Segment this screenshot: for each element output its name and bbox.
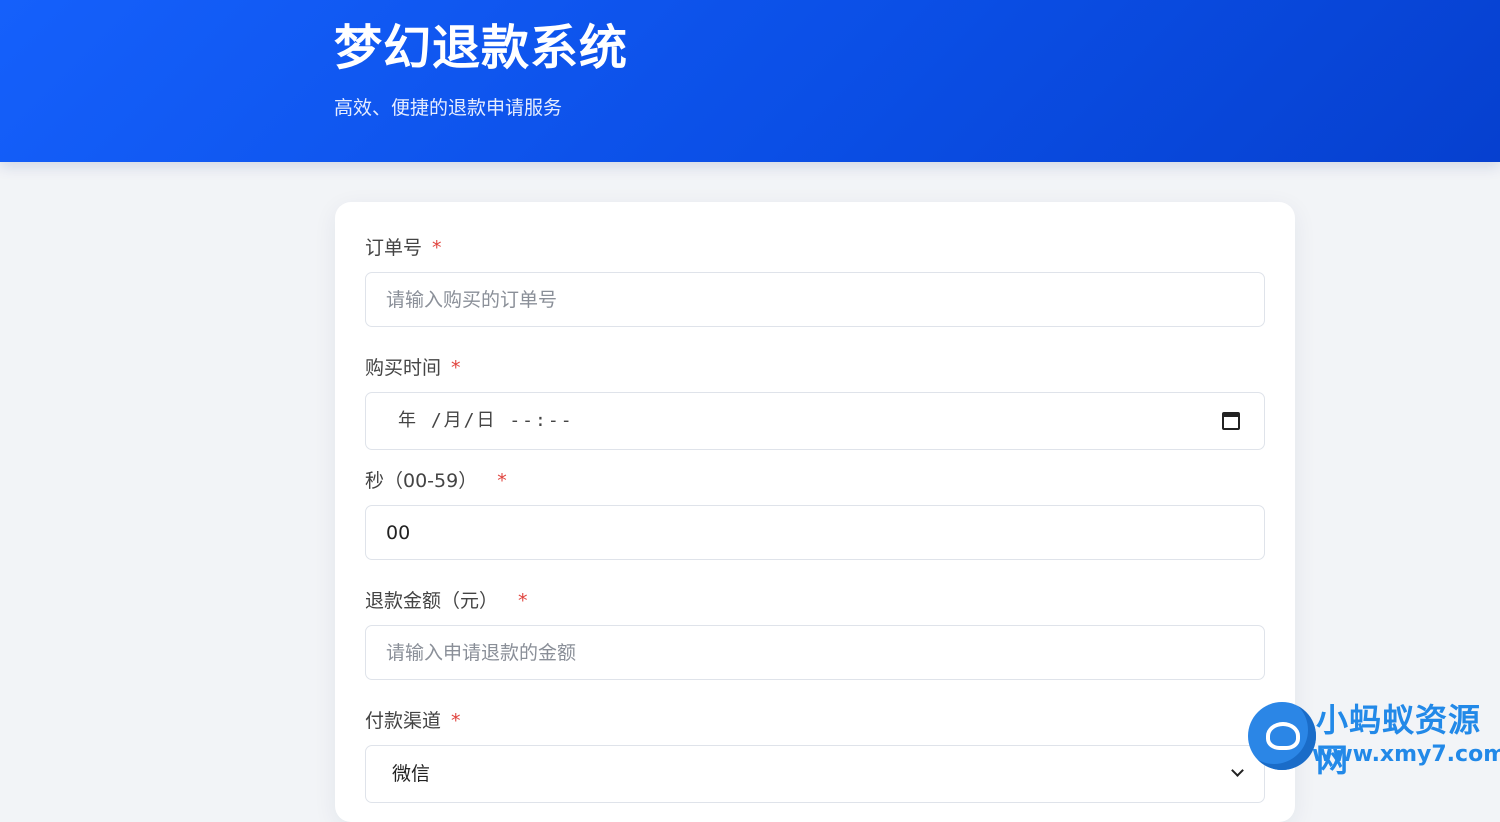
refund-amount-label: 退款金额（元） * xyxy=(365,589,528,613)
seconds-value: 00 xyxy=(386,521,411,544)
refund-form-card: 订单号 * 请输入购买的订单号 购买时间 * 年 /月/日 --:-- 秒（00-5… xyxy=(335,202,1295,822)
watermark: 小蚂蚁资源网 www.xmy7.com xyxy=(1246,698,1500,786)
page-subtitle: 高效、便捷的退款申请服务 xyxy=(334,97,563,119)
required-mark: * xyxy=(451,357,461,379)
refund-amount-input[interactable]: 请输入申请退款的金额 xyxy=(365,625,1265,680)
seconds-label: 秒（00-59） * xyxy=(365,469,507,493)
seconds-label-text: 秒（00-59） xyxy=(365,470,478,492)
payment-channel-label: 付款渠道 * xyxy=(365,709,461,733)
required-mark: * xyxy=(518,590,528,612)
header-banner: 梦幻退款系统 高效、便捷的退款申请服务 xyxy=(0,0,1500,162)
required-mark: * xyxy=(432,237,442,259)
order-number-label-text: 订单号 xyxy=(365,237,423,259)
seconds-input[interactable]: 00 xyxy=(365,505,1265,560)
order-number-label: 订单号 * xyxy=(365,236,442,260)
payment-channel-value: 微信 xyxy=(392,763,431,785)
watermark-name: 小蚂蚁资源网 xyxy=(1316,701,1482,779)
chevron-down-icon xyxy=(1231,764,1244,777)
watermark-url: www.xmy7.com xyxy=(1312,742,1500,767)
required-mark: * xyxy=(497,470,507,492)
order-number-placeholder: 请输入购买的订单号 xyxy=(386,288,558,311)
purchase-time-label: 购买时间 * xyxy=(365,356,461,380)
refund-amount-placeholder: 请输入申请退款的金额 xyxy=(386,641,577,664)
page-title: 梦幻退款系统 xyxy=(334,20,629,76)
purchase-time-label-text: 购买时间 xyxy=(365,357,442,379)
payment-channel-label-text: 付款渠道 xyxy=(365,710,442,732)
required-mark: * xyxy=(451,710,461,732)
ant-logo-icon xyxy=(1248,702,1316,770)
calendar-icon[interactable] xyxy=(1222,412,1240,430)
order-number-input[interactable]: 请输入购买的订单号 xyxy=(365,272,1265,327)
payment-channel-select[interactable]: 微信 xyxy=(365,745,1265,803)
purchase-time-display: 年 /月/日 --:-- xyxy=(398,410,574,431)
refund-amount-label-text: 退款金额（元） xyxy=(365,590,499,612)
purchase-time-input[interactable]: 年 /月/日 --:-- xyxy=(365,392,1265,450)
